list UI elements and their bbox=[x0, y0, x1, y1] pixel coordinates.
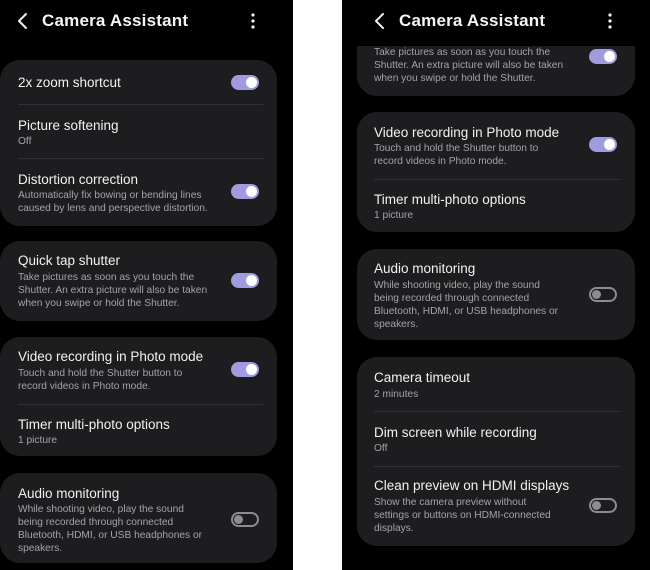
setting-description: Automatically fix bowing or bending line… bbox=[18, 190, 202, 201]
setting-description: record videos in Photo mode. bbox=[18, 381, 151, 392]
setting-row-2x-zoom[interactable]: 2x zoom shortcut bbox=[0, 60, 277, 105]
setting-title: 2x zoom shortcut bbox=[18, 75, 121, 90]
page-title: Camera Assistant bbox=[399, 11, 546, 30]
setting-description: when you swipe or hold the Shutter. bbox=[374, 73, 536, 84]
setting-description: when you swipe or hold the Shutter. bbox=[18, 298, 180, 309]
setting-row-video-recording[interactable]: Video recording in Photo mode Touch and … bbox=[357, 112, 635, 179]
setting-description: Take pictures as soon as you touch the bbox=[18, 272, 195, 283]
setting-title: Video recording in Photo mode bbox=[374, 125, 560, 140]
settings-card-video: Video recording in Photo mode Touch and … bbox=[0, 337, 277, 456]
setting-description: record videos in Photo mode. bbox=[374, 156, 507, 167]
setting-description: Touch and hold the Shutter button to bbox=[374, 143, 539, 154]
right-phone-screen: Camera Assistant Take pictures as soon a… bbox=[342, 0, 650, 570]
setting-description: displays. bbox=[374, 523, 414, 534]
setting-title: Camera timeout bbox=[374, 370, 471, 385]
back-icon[interactable] bbox=[14, 11, 32, 31]
setting-row-camera-timeout[interactable]: Camera timeout 2 minutes bbox=[357, 357, 635, 411]
page-title: Camera Assistant bbox=[42, 11, 189, 30]
setting-description: Show the camera preview without bbox=[374, 497, 527, 508]
setting-description: Bluetooth, HDMI, or USB headphones or bbox=[18, 530, 203, 541]
more-icon[interactable] bbox=[249, 12, 257, 30]
setting-value: 1 picture bbox=[374, 210, 414, 221]
quick-tap-toggle[interactable] bbox=[589, 49, 617, 64]
setting-description: settings or buttons on HDMI-connected bbox=[374, 510, 551, 521]
left-phone-screen: Camera Assistant 2x zoom shortcut Pictur… bbox=[0, 0, 293, 570]
setting-title: Audio monitoring bbox=[374, 261, 476, 276]
setting-title: Distortion correction bbox=[18, 172, 139, 187]
setting-row-picture-softening[interactable]: Picture softening Off bbox=[0, 105, 277, 159]
more-icon[interactable] bbox=[606, 12, 614, 30]
clean-preview-toggle[interactable] bbox=[589, 498, 617, 513]
setting-row-dim-screen[interactable]: Dim screen while recording Off bbox=[357, 412, 635, 466]
setting-description: caused by lens and perspective distortio… bbox=[18, 203, 208, 214]
settings-card-display: Camera timeout 2 minutes Dim screen whil… bbox=[357, 357, 635, 546]
setting-description: Shutter. An extra picture will also be t… bbox=[18, 285, 208, 296]
setting-description: Touch and hold the Shutter button to bbox=[18, 368, 183, 379]
setting-row-timer-multi-photo[interactable]: Timer multi-photo options 1 picture bbox=[0, 405, 277, 456]
setting-title: Video recording in Photo mode bbox=[18, 349, 204, 364]
setting-description: While shooting video, play the sound bbox=[18, 504, 184, 515]
setting-value: Off bbox=[374, 443, 388, 454]
zoom-toggle[interactable] bbox=[231, 75, 259, 90]
settings-card-video: Video recording in Photo mode Touch and … bbox=[357, 112, 635, 232]
settings-card-audio: Audio monitoring While shooting video, p… bbox=[357, 249, 635, 340]
distortion-toggle[interactable] bbox=[231, 184, 259, 199]
app-bar-overlay: Camera Assistant bbox=[342, 0, 650, 42]
setting-description: speakers. bbox=[374, 319, 419, 330]
back-icon[interactable] bbox=[371, 11, 389, 31]
setting-row-clean-preview-hdmi[interactable]: Clean preview on HDMI displays Show the … bbox=[357, 467, 635, 546]
setting-description: being recorded through connected bbox=[374, 293, 530, 304]
setting-description: While shooting video, play the sound bbox=[374, 280, 540, 291]
setting-value: Off bbox=[18, 136, 32, 147]
setting-row-quick-tap-shutter[interactable]: Quick tap shutter Take pictures as soon … bbox=[0, 241, 277, 321]
audio-monitoring-toggle[interactable] bbox=[589, 287, 617, 302]
setting-value: 2 minutes bbox=[374, 389, 419, 400]
setting-description: Bluetooth, HDMI, or USB headphones or bbox=[374, 306, 559, 317]
setting-title: Dim screen while recording bbox=[374, 425, 537, 440]
setting-title: Picture softening bbox=[18, 118, 119, 133]
audio-monitoring-toggle[interactable] bbox=[231, 512, 259, 527]
video-recording-toggle[interactable] bbox=[589, 137, 617, 152]
setting-description: Shutter. An extra picture will also be t… bbox=[374, 60, 564, 71]
setting-title: Quick tap shutter bbox=[18, 253, 121, 268]
setting-title: Timer multi-photo options bbox=[374, 192, 526, 207]
app-bar: Camera Assistant bbox=[0, 0, 293, 42]
setting-description: speakers. bbox=[18, 543, 63, 554]
setting-description: Take pictures as soon as you touch the bbox=[374, 47, 551, 58]
setting-title: Clean preview on HDMI displays bbox=[374, 478, 570, 493]
setting-title: Audio monitoring bbox=[18, 486, 120, 501]
setting-value: 1 picture bbox=[18, 435, 58, 446]
setting-row-video-recording[interactable]: Video recording in Photo mode Touch and … bbox=[0, 337, 277, 404]
setting-row-audio-monitoring[interactable]: Audio monitoring While shooting video, p… bbox=[357, 249, 635, 340]
settings-card-audio: Audio monitoring While shooting video, p… bbox=[0, 473, 277, 563]
setting-row-distortion-correction[interactable]: Distortion correction Automatically fix … bbox=[0, 159, 277, 226]
video-recording-toggle[interactable] bbox=[231, 362, 259, 377]
quick-tap-toggle[interactable] bbox=[231, 273, 259, 288]
settings-card-shutter: Quick tap shutter Take pictures as soon … bbox=[0, 241, 277, 321]
setting-description: being recorded through connected bbox=[18, 517, 174, 528]
setting-title: Timer multi-photo options bbox=[18, 417, 170, 432]
setting-row-audio-monitoring[interactable]: Audio monitoring While shooting video, p… bbox=[0, 473, 277, 563]
setting-row-timer-multi-photo[interactable]: Timer multi-photo options 1 picture bbox=[357, 180, 635, 232]
settings-card-general: 2x zoom shortcut Picture softening Off D… bbox=[0, 60, 277, 226]
